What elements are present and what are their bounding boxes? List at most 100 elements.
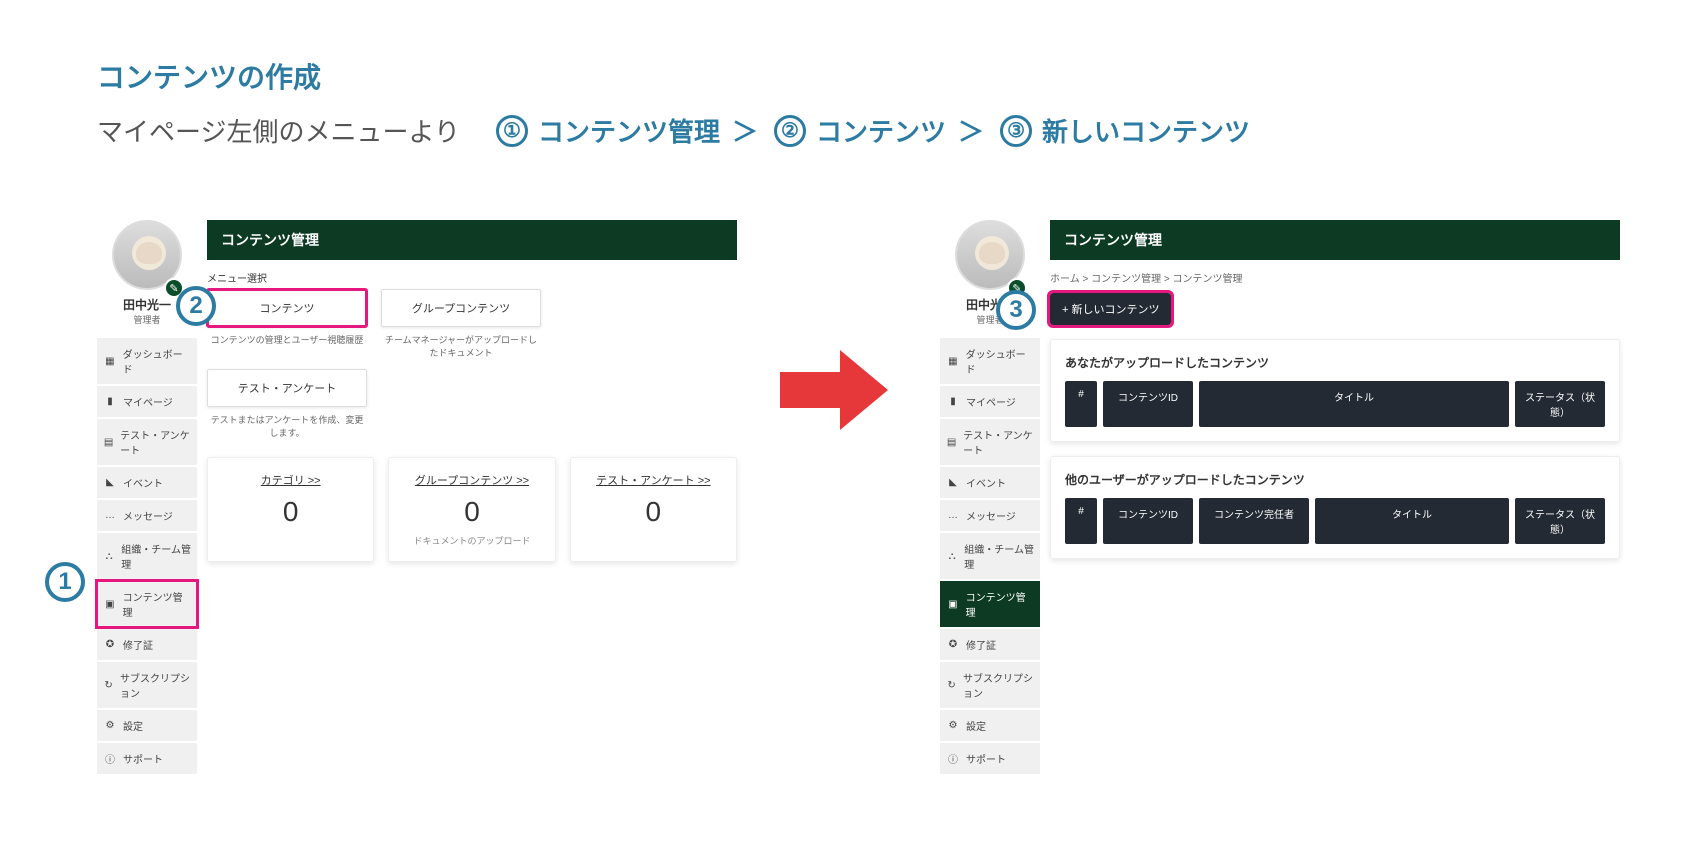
refresh-icon: ↻ (946, 680, 957, 691)
sidebar-item-message[interactable]: … メッセージ (940, 500, 1040, 531)
stat-value: 0 (579, 496, 728, 528)
refresh-icon: ↻ (103, 680, 114, 691)
stat-value: 0 (216, 496, 365, 528)
sidebar-item-support[interactable]: ⓘ サポート (940, 743, 1040, 774)
th-content-id: コンテンツID (1103, 498, 1193, 544)
uploaded-by-others-card: 他のユーザーがアップロードしたコンテンツ # コンテンツID コンテンツ完任者 … (1050, 456, 1620, 559)
stat-subtitle: ドキュメントのアップロード (397, 534, 546, 547)
sidebar-item-content-mgmt[interactable]: ▣ コンテンツ管理 (940, 581, 1040, 627)
page-icon: ▮ (103, 396, 117, 407)
stat-card-category[interactable]: カテゴリ >> 0 (207, 457, 374, 562)
tab-test-desc: テストまたはアンケートを作成、変更します。 (207, 413, 367, 439)
sidebar-item-label: ダッシュボード (123, 346, 191, 376)
instruction-row: マイページ左側のメニューより ① コンテンツ管理 ＞ ② コンテンツ ＞ ③ 新… (97, 112, 1250, 149)
sidebar-item-org[interactable]: ⛬ 組織・チーム管理 (97, 533, 197, 579)
callout-marker-2: 2 (176, 286, 216, 326)
sidebar-item-label: 設定 (966, 718, 986, 733)
sidebar-item-label: マイページ (123, 394, 173, 409)
tab-group-contents[interactable]: グループコンテンツ (381, 289, 541, 327)
megaphone-icon: ◣ (103, 477, 117, 488)
callout-marker-1: 1 (45, 562, 85, 602)
sidebar-item-label: サブスクリプション (120, 670, 191, 700)
sidebar-item-support[interactable]: ⓘ サポート (97, 743, 197, 774)
uploaded-by-you-card: あなたがアップロードしたコンテンツ # コンテンツID タイトル ステータス（状… (1050, 339, 1620, 442)
stat-title: グループコンテンツ >> (397, 472, 546, 488)
sidebar-item-label: テスト・アンケート (963, 427, 1034, 457)
sidebar-item-content-mgmt[interactable]: ▣ コンテンツ管理 (97, 581, 197, 627)
badge-icon: ✪ (946, 639, 960, 650)
step-number-3: ③ (1000, 115, 1032, 147)
people-icon: ⛬ (103, 551, 115, 562)
chevron-icon: ＞ (958, 112, 984, 149)
th-index: # (1065, 498, 1097, 544)
megaphone-icon: ◣ (946, 477, 960, 488)
stat-title: カテゴリ >> (216, 472, 365, 488)
user-name: 田中光一 (123, 296, 171, 313)
sidebar-item-label: コンテンツ管理 (966, 589, 1034, 619)
th-owner: コンテンツ完任者 (1199, 498, 1309, 544)
sidebar-item-dashboard[interactable]: ▦ダッシュボード (97, 338, 197, 384)
menu-selection-label: メニュー選択 (207, 270, 737, 285)
content-icon: ▣ (946, 599, 960, 610)
gear-icon: ⚙ (946, 720, 960, 731)
tab-test-survey[interactable]: テスト・アンケート (207, 369, 367, 407)
stat-card-test[interactable]: テスト・アンケート >> 0 (570, 457, 737, 562)
table-header: # コンテンツID コンテンツ完任者 タイトル ステータス（状態） (1065, 498, 1605, 544)
step-label-2: コンテンツ (816, 112, 946, 149)
tab-contents[interactable]: コンテンツ (207, 289, 367, 327)
sidebar-item-certificate[interactable]: ✪修了証 (940, 629, 1040, 660)
sidebar-item-event[interactable]: ◣ イベント (940, 467, 1040, 498)
chevron-icon: ＞ (732, 112, 758, 149)
chat-icon: … (946, 510, 960, 521)
content-icon: ▣ (103, 599, 117, 610)
sidebar-item-dashboard[interactable]: ▦ ダッシュボード (940, 338, 1040, 384)
sidebar-item-test[interactable]: ▤テスト・アンケート (97, 419, 197, 465)
user-role: 管理者 (133, 313, 160, 326)
info-icon: ⓘ (946, 751, 960, 766)
instruction-prefix: マイページ左側のメニューより (97, 112, 460, 149)
th-content-id: コンテンツID (1103, 381, 1193, 427)
sidebar-item-mypage[interactable]: ▮マイページ (940, 386, 1040, 417)
content-header: コンテンツ管理 (1050, 220, 1620, 260)
sidebar-item-mypage[interactable]: ▮ マイページ (97, 386, 197, 417)
page-title: コンテンツの作成 (97, 56, 321, 96)
sidebar-item-label: マイページ (966, 394, 1016, 409)
sidebar-item-label: メッセージ (123, 508, 173, 523)
th-status: ステータス（状態） (1515, 498, 1605, 544)
sidebar-item-subscription[interactable]: ↻ サブスクリプション (97, 662, 197, 708)
sidebar-item-settings[interactable]: ⚙設定 (97, 710, 197, 741)
callout-marker-3: 3 (996, 290, 1036, 330)
sidebar-item-settings[interactable]: ⚙ 設定 (940, 710, 1040, 741)
sidebar-item-label: ダッシュボード (966, 346, 1034, 376)
people-icon: ⛬ (946, 551, 958, 562)
sidebar-item-certificate[interactable]: ✪修了証 (97, 629, 197, 660)
sidebar-item-label: コンテンツ管理 (123, 589, 191, 619)
section-title: 他のユーザーがアップロードしたコンテンツ (1065, 471, 1605, 488)
new-content-button[interactable]: + 新しいコンテンツ (1050, 293, 1171, 325)
sidebar-item-subscription[interactable]: ↻ サブスクリプション (940, 662, 1040, 708)
grid-icon: ▦ (946, 356, 960, 367)
gear-icon: ⚙ (103, 720, 117, 731)
sidebar-item-label: サブスクリプション (963, 670, 1034, 700)
sidebar-item-label: 組織・チーム管理 (121, 541, 191, 571)
sidebar-item-label: サポート (966, 751, 1006, 766)
sidebar-item-label: サポート (123, 751, 163, 766)
info-icon: ⓘ (103, 751, 117, 766)
form-icon: ▤ (103, 437, 114, 448)
sidebar-item-label: メッセージ (966, 508, 1016, 523)
th-status: ステータス（状態） (1515, 381, 1605, 427)
stat-value: 0 (397, 496, 546, 528)
form-icon: ▤ (946, 437, 957, 448)
chat-icon: … (103, 510, 117, 521)
sidebar-item-label: イベント (966, 475, 1006, 490)
tab-group-desc: チームマネージャーがアップロードしたドキュメント (381, 333, 541, 359)
stat-card-group[interactable]: グループコンテンツ >> 0 ドキュメントのアップロード (388, 457, 555, 562)
sidebar-item-label: イベント (123, 475, 163, 490)
th-title: タイトル (1315, 498, 1509, 544)
sidebar-item-message[interactable]: … メッセージ (97, 500, 197, 531)
sidebar-item-label: 修了証 (123, 637, 153, 652)
sidebar-item-org[interactable]: ⛬組織・チーム管理 (940, 533, 1040, 579)
step-label-1: コンテンツ管理 (538, 112, 720, 149)
sidebar-item-event[interactable]: ◣ イベント (97, 467, 197, 498)
sidebar-item-test[interactable]: ▤ テスト・アンケート (940, 419, 1040, 465)
